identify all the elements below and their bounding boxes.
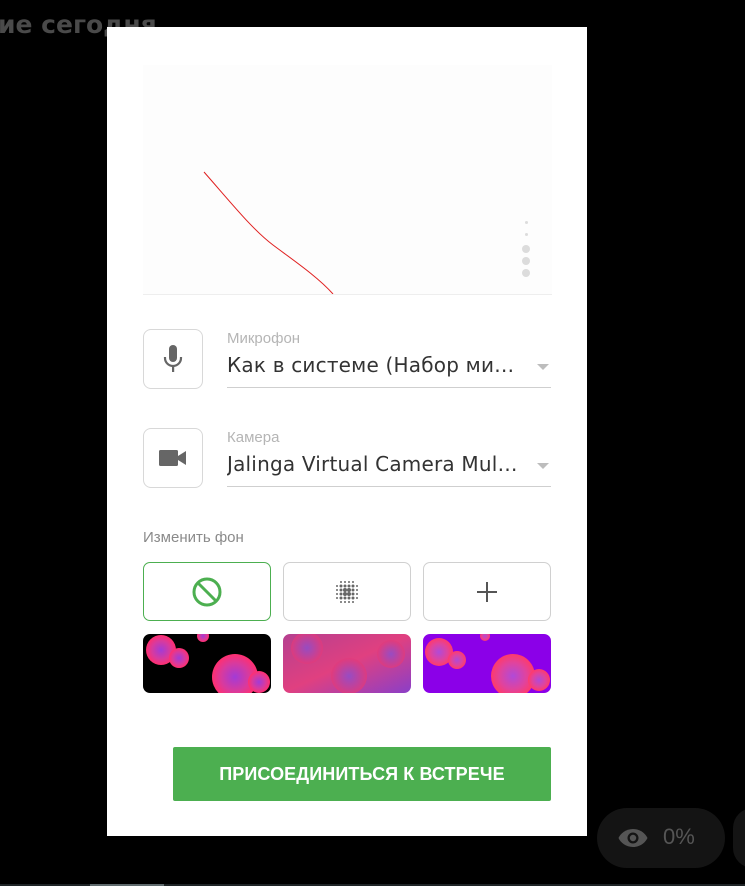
camera-value: Jalinga Virtual Camera Multistream [227, 452, 522, 476]
background-heading: Изменить фон [143, 529, 244, 546]
blobs-image [143, 634, 271, 693]
views-percent: 0% [663, 824, 695, 849]
blobs-image [423, 634, 551, 693]
plus-icon [477, 581, 497, 602]
microphone-label: Микрофон [227, 330, 301, 347]
microphone-row: Микрофон Как в системе (Набор микрофонов… [143, 329, 552, 389]
camera-toggle-button[interactable] [143, 428, 203, 488]
camera-preview [143, 65, 552, 295]
no-background-option[interactable] [143, 562, 271, 621]
camera-row: Камера Jalinga Virtual Camera Multistrea… [143, 428, 552, 488]
no-symbol-icon [192, 577, 222, 606]
views-indicator[interactable]: 0% [597, 808, 725, 868]
background-thumbnail-blobs-violet[interactable] [423, 634, 551, 693]
chevron-down-icon [537, 463, 549, 469]
camera-select[interactable]: Jalinga Virtual Camera Multistream [227, 448, 551, 487]
chevron-down-icon [537, 364, 549, 370]
camera-label: Камера [227, 429, 280, 446]
eye-icon [618, 829, 648, 847]
background-thumbnail-blobs-pink[interactable] [283, 634, 411, 693]
join-meeting-button[interactable]: ПРИСОЕДИНИТЬСЯ К ВСТРЕЧЕ [173, 747, 551, 801]
microphone-toggle-button[interactable] [143, 329, 203, 389]
preview-menu-icon[interactable] [522, 221, 530, 281]
add-background-option[interactable] [423, 562, 551, 621]
video-camera-icon [159, 450, 186, 466]
join-meeting-dialog: Микрофон Как в системе (Набор микрофонов… [107, 27, 587, 836]
blur-background-option[interactable] [283, 562, 411, 621]
blur-icon [336, 580, 358, 603]
microphone-value: Как в системе (Набор микрофонов) [227, 353, 522, 377]
blobs-image [283, 634, 411, 693]
microphone-select[interactable]: Как в системе (Набор микрофонов) [227, 349, 551, 388]
microphone-icon [163, 345, 183, 372]
preview-artifact-line [203, 171, 334, 294]
background-thumbnail-blobs-black[interactable] [143, 634, 271, 693]
secondary-pill[interactable] [733, 808, 745, 868]
